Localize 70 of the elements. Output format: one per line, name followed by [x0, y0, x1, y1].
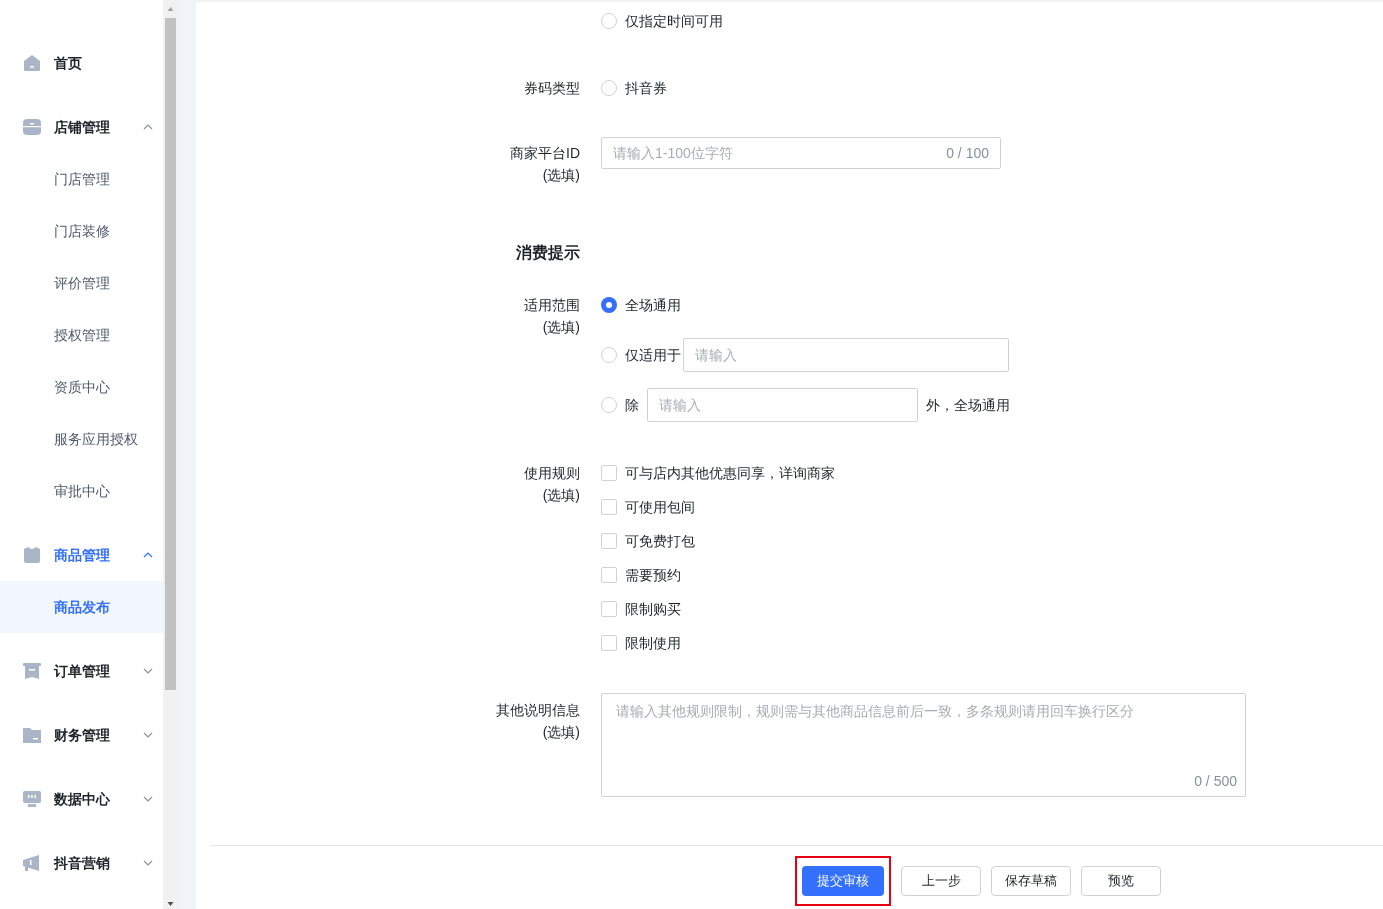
- checkbox[interactable]: [601, 635, 617, 651]
- sidebar-item[interactable]: 授权管理: [0, 309, 163, 361]
- option-label: 限制购买: [625, 599, 681, 619]
- option-label: 可免费打包: [625, 531, 695, 551]
- option-suffix: 外，全场通用: [926, 395, 1010, 415]
- option-label: 可使用包间: [625, 497, 695, 517]
- shopping-bag-icon: [22, 546, 42, 564]
- character-counter: 0 / 100: [946, 143, 989, 163]
- sidebar-item[interactable]: 商品发布: [0, 581, 163, 633]
- radio-button[interactable]: [601, 80, 617, 96]
- submit-button[interactable]: 提交审核: [802, 866, 884, 896]
- character-counter: 0 / 500: [1194, 772, 1237, 791]
- option-label: 全场通用: [625, 295, 681, 315]
- option-label: 可与店内其他优惠同享，详询商家: [625, 463, 835, 483]
- sidebar-group[interactable]: 订单管理: [0, 645, 163, 697]
- sidebar-item[interactable]: 门店装修: [0, 205, 163, 257]
- optional-hint: (选填): [542, 486, 580, 505]
- chevron-down-icon: [143, 668, 153, 674]
- megaphone-icon: [22, 854, 42, 872]
- radio-button[interactable]: [601, 397, 617, 413]
- option-label: 仅指定时间可用: [625, 11, 723, 31]
- action-button[interactable]: 保存草稿: [991, 866, 1071, 896]
- action-button[interactable]: 预览: [1081, 866, 1161, 896]
- option-label: 需要预约: [625, 565, 681, 585]
- option-label: 仅适用于: [625, 345, 681, 365]
- option-label: 抖音券: [625, 78, 667, 98]
- chevron-down-icon: [143, 796, 153, 802]
- sidebar-item[interactable]: 服务应用授权: [0, 413, 163, 465]
- sidebar-item[interactable]: 评价管理: [0, 257, 163, 309]
- action-button[interactable]: 上一步: [901, 866, 981, 896]
- optional-hint: (选填): [542, 166, 580, 185]
- sidebar-group[interactable]: 财务管理: [0, 709, 163, 761]
- chevron-down-icon: [143, 732, 153, 738]
- scrollbar-drawing[interactable]: [163, 0, 178, 909]
- checkbox[interactable]: [601, 533, 617, 549]
- option-label: 除: [625, 395, 639, 415]
- checkbox[interactable]: [601, 601, 617, 617]
- field-label: 券码类型: [524, 79, 580, 98]
- sidebar-group[interactable]: 店铺管理: [0, 101, 163, 153]
- checkbox[interactable]: [601, 465, 617, 481]
- optional-hint: (选填): [542, 318, 580, 337]
- sidebar-group[interactable]: 抖音营销: [0, 837, 163, 889]
- radio-button[interactable]: [601, 297, 617, 313]
- house-icon: [22, 54, 42, 72]
- folder-icon: [22, 726, 42, 744]
- option-label: 限制使用: [625, 633, 681, 653]
- field-label: 使用规则: [524, 464, 580, 483]
- checkbox[interactable]: [601, 567, 617, 583]
- monitor-icon: [22, 790, 42, 808]
- sidebar-group[interactable]: 首页: [0, 37, 163, 89]
- sidebar-item[interactable]: 门店管理: [0, 153, 163, 205]
- sidebar-group[interactable]: 商品管理: [0, 529, 163, 581]
- field-label: 商家平台ID: [510, 144, 580, 163]
- section-title: 消费提示: [516, 243, 580, 263]
- sidebar-item[interactable]: 资质中心: [0, 361, 163, 413]
- input-field[interactable]: 请输入: [683, 338, 1009, 372]
- sidebar-item[interactable]: 审批中心: [0, 465, 163, 517]
- sidebar-group[interactable]: 数据中心: [0, 773, 163, 825]
- checkbox[interactable]: [601, 499, 617, 515]
- chevron-up-icon: [143, 552, 153, 558]
- field-label: 适用范围: [524, 296, 580, 315]
- optional-hint: (选填): [542, 723, 580, 742]
- store-icon: [22, 118, 42, 136]
- receipt-icon: [22, 662, 42, 680]
- radio-button[interactable]: [601, 13, 617, 29]
- chevron-up-icon: [143, 124, 153, 130]
- radio-button[interactable]: [601, 347, 617, 363]
- chevron-down-icon: [143, 860, 153, 866]
- input-field[interactable]: 请输入: [647, 388, 918, 422]
- field-label: 其他说明信息: [496, 701, 580, 720]
